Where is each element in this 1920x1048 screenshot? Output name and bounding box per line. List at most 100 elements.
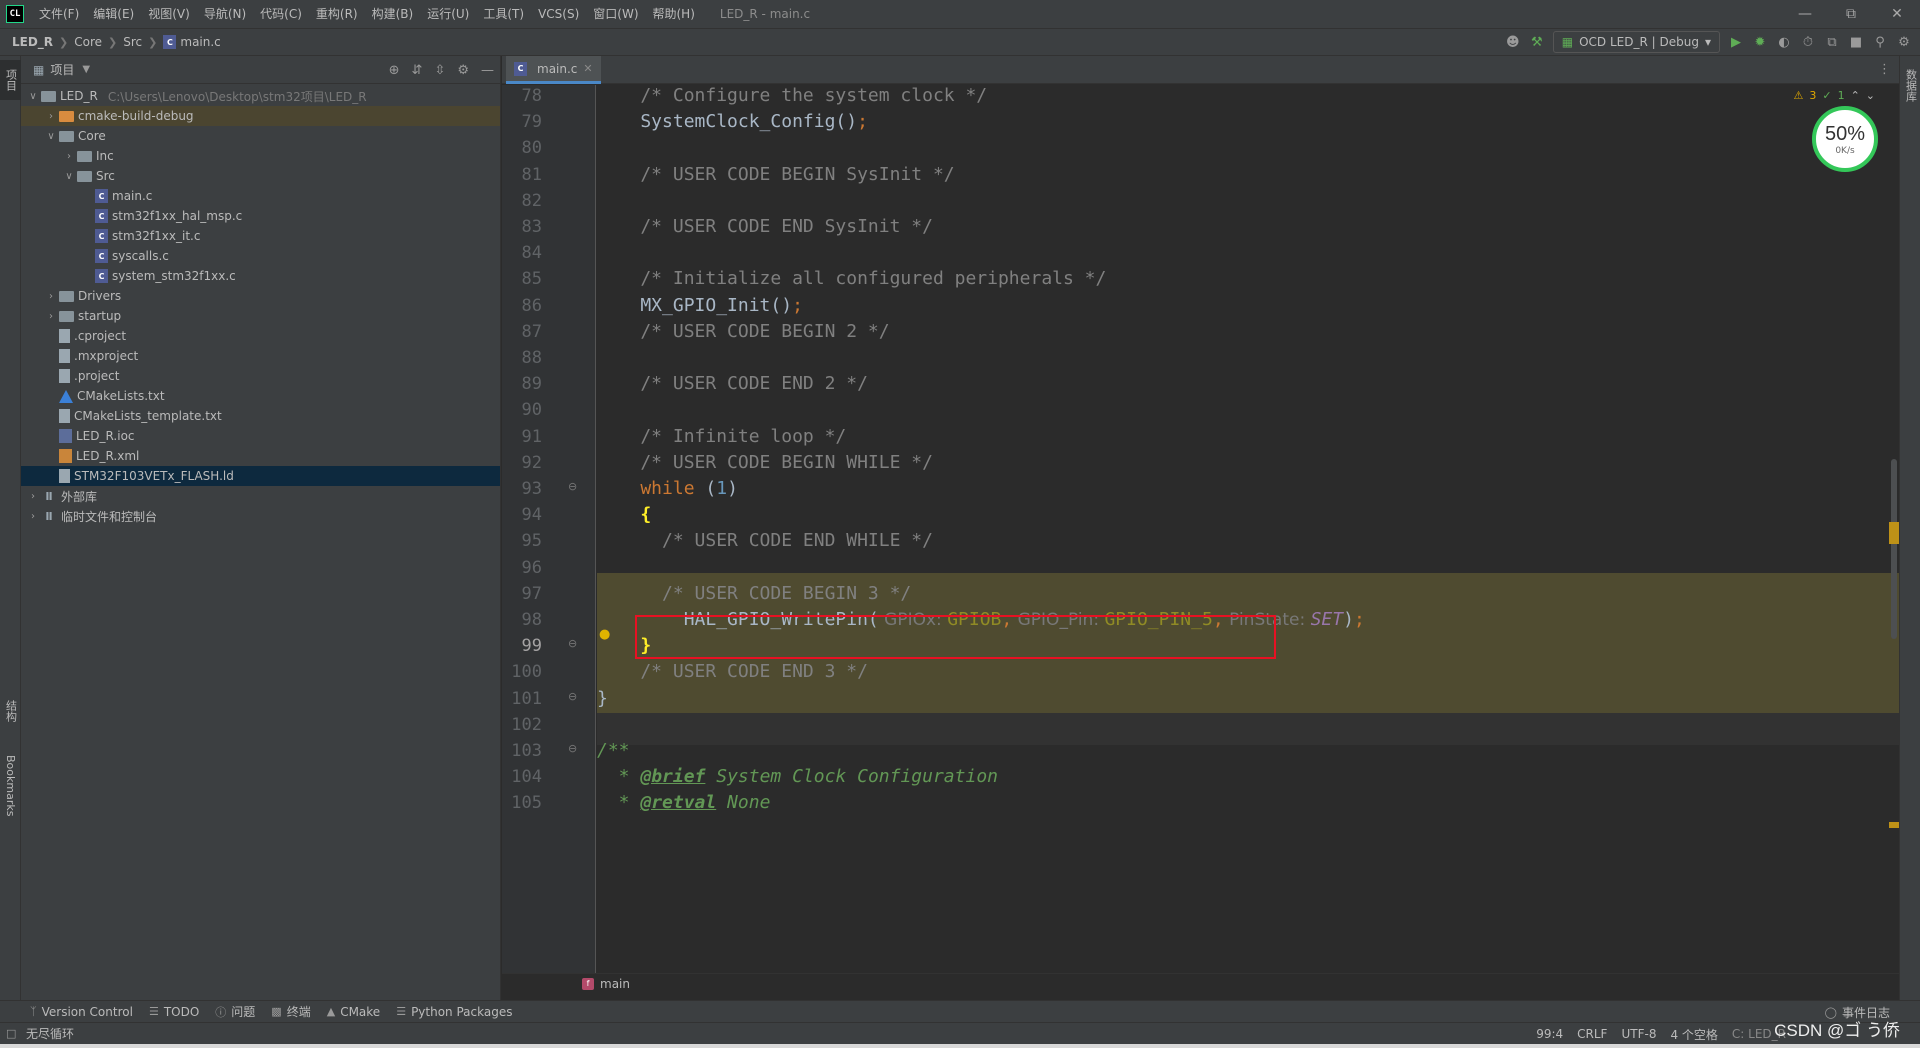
run-icon[interactable]: ▶ [1728,34,1744,50]
line-number[interactable]: 81 [502,165,542,185]
tool-terminal[interactable]: ▩ 终端 [271,1003,310,1020]
lightbulb-icon[interactable]: ● [599,627,610,642]
vertical-scrollbar[interactable] [1891,459,1897,639]
chevron-right-icon[interactable]: › [45,111,57,122]
line-number[interactable]: 105 [502,793,542,813]
breadcrumb-main-c[interactable]: main.c [180,35,220,49]
minimize-button[interactable]: — [1782,0,1828,28]
settings-gear-icon[interactable]: ⚙ [1896,34,1912,50]
tree-item[interactable]: LED_R.xml [21,446,500,466]
debug-icon[interactable]: ✹ [1752,34,1768,50]
line-number[interactable]: 92 [502,453,542,473]
build-hammer-icon[interactable]: ⚒ [1529,34,1545,50]
chevron-right-icon[interactable]: › [27,511,39,522]
menu-item-8[interactable]: 工具(T) [476,0,531,28]
tree-item[interactable]: › Ⅱ 临时文件和控制台 [21,506,500,526]
code-editor[interactable]: 78 79 80 81 82 83 84 85 86 87 88 89 90 91 92 93 94 95 96 97… [502,85,1899,973]
tree-item[interactable]: CMakeLists_template.txt [21,406,500,426]
menu-item-7[interactable]: 运行(U) [420,0,476,28]
tree-item[interactable]: STM32F103VETx_FLASH.ld [21,466,500,486]
line-number[interactable]: 87 [502,322,542,342]
run-configuration-select[interactable]: ▦ OCD LED_R | Debug ▾ [1552,31,1720,53]
attach-icon[interactable]: ⧉ [1824,34,1840,50]
stripe-structure-tab[interactable]: 结构 [0,686,21,736]
chevron-down-icon[interactable]: ∨ [63,171,75,182]
line-number[interactable]: 104 [502,767,542,787]
tree-item[interactable]: Csystem_stm32f1xx.c [21,266,500,286]
line-number[interactable]: 98 [502,610,542,630]
tree-item[interactable]: ∨ LED_R C:\Users\Lenovo\Desktop\stm32项目\LE… [21,86,500,106]
menu-item-10[interactable]: 窗口(W) [586,0,645,28]
warning-stripe-mark[interactable] [1889,822,1899,828]
tree-item[interactable]: .cproject [21,326,500,346]
tab-main-c[interactable]: C main.c ✕ [506,56,601,84]
tree-item[interactable]: › cmake-build-debug [21,106,500,126]
breadcrumb-core[interactable]: Core [74,35,102,49]
stop-icon[interactable]: ■ [1848,34,1864,50]
tree-item[interactable]: .project [21,366,500,386]
line-number[interactable]: 79 [502,112,542,132]
line-number[interactable]: 100 [502,662,542,682]
stripe-bookmarks-tab[interactable]: Bookmarks [0,746,21,826]
line-number[interactable]: 89 [502,374,542,394]
tree-item[interactable]: Cmain.c [21,186,500,206]
line-number[interactable]: 84 [502,243,542,263]
tree-item[interactable]: Csyscalls.c [21,246,500,266]
warning-stripe-mark[interactable] [1889,522,1899,544]
tree-item[interactable]: Cstm32f1xx_it.c [21,226,500,246]
line-number[interactable]: 97 [502,584,542,604]
line-number[interactable]: 86 [502,296,542,316]
fold-icon[interactable]: ⊖ [568,690,577,703]
line-number[interactable]: 80 [502,138,542,158]
tree-item[interactable]: › Inc [21,146,500,166]
tree-item[interactable]: ∨ Src [21,166,500,186]
collapse-all-icon[interactable]: ⇳ [434,63,445,78]
fold-icon[interactable]: ⊖ [568,637,577,650]
line-number[interactable]: 102 [502,715,542,735]
tool-todo[interactable]: ☰ TODO [149,1005,199,1019]
menu-item-0[interactable]: 文件(F) [32,0,86,28]
expand-all-icon[interactable]: ⇵ [412,63,423,78]
tool-problems[interactable]: ⓘ 问题 [215,1003,255,1020]
more-vertical-icon[interactable]: ⋮ [1878,62,1891,77]
tree-item[interactable]: LED_R.ioc [21,426,500,446]
tree-item[interactable]: CMakeLists.txt [21,386,500,406]
code-area[interactable]: /* Configure the system clock */ SystemC… [597,85,1899,973]
indent-setting[interactable]: 4 个空格 [1670,1026,1717,1043]
line-number[interactable]: 103 [502,741,542,761]
tree-item[interactable]: › Drivers [21,286,500,306]
line-number[interactable]: 90 [502,400,542,420]
stripe-database-tab[interactable]: 数据库 [1900,60,1920,110]
fold-icon[interactable]: ⊖ [568,742,577,755]
line-number[interactable]: 95 [502,531,542,551]
gear-icon[interactable]: ⚙ [457,63,469,78]
tree-item[interactable]: › Ⅱ 外部库 [21,486,500,506]
chevron-right-icon[interactable]: › [45,311,57,322]
tree-item[interactable]: ∨ Core [21,126,500,146]
line-number[interactable]: 101 [502,689,542,709]
chevron-down-icon[interactable]: ∨ [27,91,39,102]
user-icon[interactable]: ☻ [1505,34,1521,50]
line-number[interactable]: 93 [502,479,542,499]
line-number[interactable]: 78 [502,86,542,106]
project-panel-title[interactable]: 项目 [50,61,74,78]
breadcrumb-root[interactable]: LED_R [12,35,53,49]
line-number[interactable]: 91 [502,427,542,447]
line-number[interactable]: 85 [502,269,542,289]
line-number[interactable]: 83 [502,217,542,237]
menu-item-4[interactable]: 代码(C) [253,0,309,28]
tool-python-packages[interactable]: ☰ Python Packages [396,1005,512,1019]
menu-item-9[interactable]: VCS(S) [531,0,586,28]
file-encoding[interactable]: UTF-8 [1621,1027,1656,1041]
close-icon[interactable]: ✕ [583,62,592,75]
line-number[interactable]: 82 [502,191,542,211]
chevron-down-icon[interactable]: ⌄ [1866,89,1875,102]
status-toggle-icon[interactable]: □ [6,1027,16,1040]
search-icon[interactable]: ⚲ [1872,34,1888,50]
menu-item-5[interactable]: 重构(R) [309,0,365,28]
line-number[interactable]: 96 [502,558,542,578]
chevron-up-icon[interactable]: ⌃ [1851,89,1860,102]
profile-icon[interactable]: ⏱ [1800,34,1816,50]
menu-item-6[interactable]: 构建(B) [365,0,421,28]
menu-item-1[interactable]: 编辑(E) [86,0,141,28]
